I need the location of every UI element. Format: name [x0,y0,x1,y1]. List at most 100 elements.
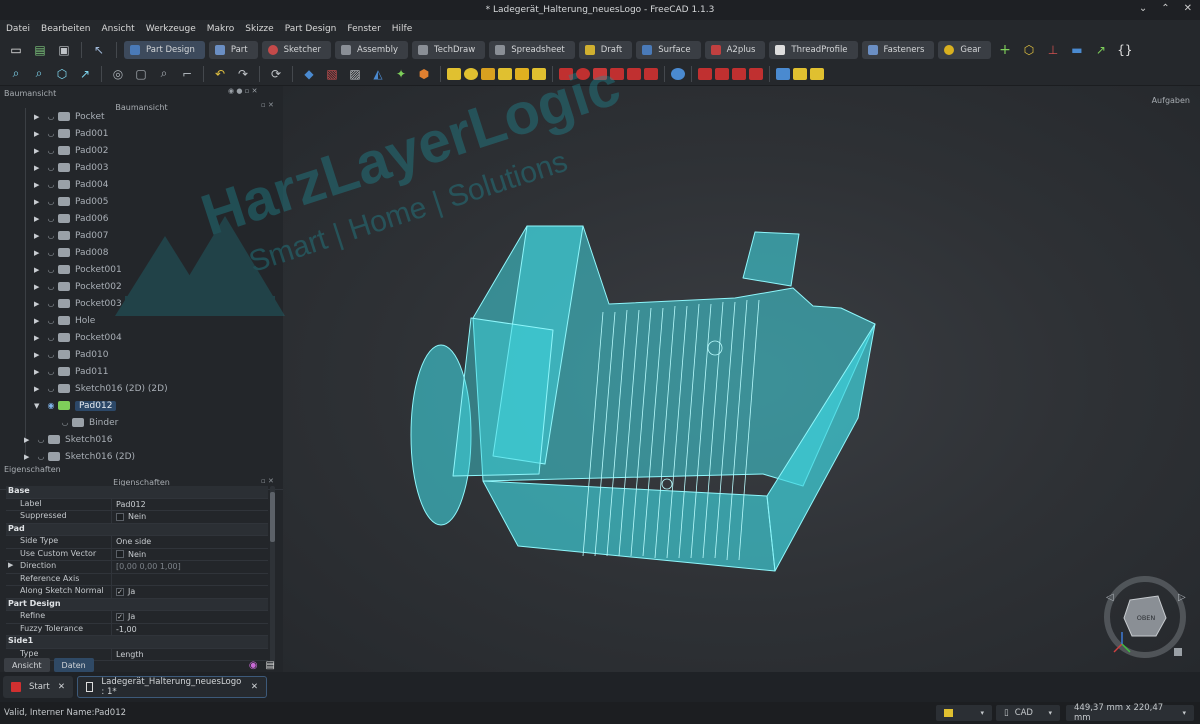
tree-item[interactable]: ▶ ◡ Pad007 [0,227,283,244]
checkbox[interactable] [116,512,124,521]
visibility-icon[interactable]: ◡ [58,418,72,427]
tree-item[interactable]: ▶ ◡ Pad002 [0,142,283,159]
property-value[interactable]: -1,00 [112,624,268,636]
doc-tab-start[interactable]: Start ✕ [3,676,73,698]
tab-ansicht[interactable]: Ansicht [4,658,50,672]
collapse-arrow-icon[interactable]: ▼ [34,402,44,410]
tree-item[interactable]: ▶ ◡ Pocket [0,108,283,125]
tree-item[interactable]: ▶ ◡ Pad005 [0,193,283,210]
validate-sketch-icon[interactable]: ▨ [345,65,365,83]
whats-this-icon[interactable]: ↖ [89,41,109,59]
expand-arrow-icon[interactable]: ▶ [8,561,13,569]
measure-icon[interactable]: ↗ [75,65,95,83]
expand-arrow-icon[interactable]: ▶ [24,436,34,444]
draw-style-icon[interactable]: ◎ [108,65,128,83]
tree-item[interactable]: ▶ ◡ Pocket003 [0,295,283,312]
menu-fenster[interactable]: Fenster [347,24,380,34]
visibility-icon[interactable]: ◡ [44,231,58,240]
fillet-icon[interactable] [698,67,712,80]
tree-item[interactable]: ▶ ◡ Pocket001 [0,261,283,278]
visibility-icon[interactable]: ◡ [44,112,58,121]
subtractive-pipe-icon[interactable] [627,67,641,80]
workbench-threadprofile[interactable]: ThreadProfile [769,41,858,59]
tree-item[interactable]: ▶ ◡ Pad010 [0,346,283,363]
visibility-icon[interactable]: ◡ [44,180,58,189]
property-value[interactable]: [0,00 0,00 1,00] [112,561,268,573]
visibility-icon[interactable]: ◡ [44,197,58,206]
expand-arrow-icon[interactable]: ▶ [34,232,44,240]
3d-viewport[interactable]: Aufgaben HarzLayerLogic Smart | Home | S… [115,66,1200,672]
property-scrollbar[interactable] [270,486,275,666]
workbench-spreadsheet[interactable]: Spreadsheet [489,41,575,59]
zoom-selection-icon[interactable]: ⌕ [29,65,49,83]
create-body-icon[interactable]: ◆ [299,65,319,83]
doc-tab-model[interactable]: Ladegerät_Halterung_neuesLogo : 1* ✕ [77,676,267,698]
tree-item[interactable]: ▶ ◡ Pocket004 [0,329,283,346]
expand-arrow-icon[interactable]: ▶ [34,351,44,359]
tree-item[interactable]: ▶ ◡ Pad001 [0,125,283,142]
property-value[interactable]: ✓ Ja [112,586,268,598]
workbench-sketcher[interactable]: Sketcher [261,41,331,59]
property-value[interactable] [112,574,268,586]
visibility-icon[interactable]: ◡ [44,350,58,359]
menu-skizze[interactable]: Skizze [245,24,273,34]
add-workbench-icon[interactable]: + [995,41,1015,59]
workbench-surface[interactable]: Surface [636,41,701,59]
property-group[interactable]: Base [6,486,268,499]
view-zoom-icon[interactable]: ⌕ [154,65,174,83]
folder-icon[interactable]: ▬ [1067,41,1087,59]
expand-arrow-icon[interactable]: ▶ [34,368,44,376]
checkbox[interactable] [116,550,124,559]
visibility-icon[interactable]: ◡ [44,316,58,325]
mirrored-icon[interactable] [671,67,685,80]
workbench-draft[interactable]: Draft [578,41,633,59]
expand-arrow-icon[interactable]: ▶ [34,334,44,342]
menu-bearbeiten[interactable]: Bearbeiten [41,24,90,34]
zoom-fit-icon[interactable]: ⌕ [6,65,26,83]
scrollbar-thumb[interactable] [270,492,275,542]
property-row[interactable]: Fuzzy Tolerance -1,00 [6,623,268,636]
expand-arrow-icon[interactable]: ▶ [34,181,44,189]
tab-daten[interactable]: Daten [53,658,94,672]
subtractive-loft-icon[interactable] [610,67,624,80]
loft-icon[interactable] [481,67,495,80]
expand-arrow-icon[interactable]: ▶ [34,147,44,155]
visibility-icon[interactable]: ◡ [44,129,58,138]
visibility-icon[interactable]: ◡ [44,367,58,376]
maximize-icon[interactable]: ⌃ [1161,3,1169,14]
property-value[interactable]: ✓ Ja [112,611,268,623]
property-value[interactable]: Pad012 [112,499,268,511]
undock-icon[interactable]: ▫ ✕ [261,477,274,485]
visibility-icon[interactable]: ◡ [34,435,48,444]
expand-arrow-icon[interactable]: ▶ [34,215,44,223]
subtractive-primitive-icon[interactable] [644,67,658,80]
property-row[interactable]: Reference Axis [6,573,268,586]
expand-arrow-icon[interactable]: ▶ [34,164,44,172]
workbench-techdraw[interactable]: TechDraw [411,41,486,59]
new-sketch-icon[interactable]: ▧ [322,65,342,83]
close-icon[interactable]: ✕ [1184,3,1192,14]
visibility-icon[interactable]: ◡ [34,452,48,461]
draft-feature-icon[interactable] [732,67,746,80]
visibility-icon[interactable]: ◡ [44,282,58,291]
menu-makro[interactable]: Makro [207,24,235,34]
menu-hilfe[interactable]: Hilfe [392,24,412,34]
pipe-icon[interactable] [498,67,512,80]
close-icon[interactable]: ✕ [58,682,65,692]
bounding-box-icon[interactable]: ▢ [131,65,151,83]
expand-arrow-icon[interactable]: ▶ [34,266,44,274]
document-icon[interactable]: ▤ [266,660,275,671]
visibility-icon[interactable]: ◡ [44,248,58,257]
export-icon[interactable]: ↗ [1091,41,1111,59]
additive-primitive-icon[interactable] [532,67,546,80]
groove-icon[interactable] [593,67,607,80]
thickness-icon[interactable] [749,67,763,80]
open-file-icon[interactable]: ▤ [30,41,50,59]
linear-pattern-icon[interactable] [793,67,807,80]
tree-item-selected[interactable]: ▼ ◉ Pad012 [0,397,283,414]
tree-item[interactable]: ◡ Binder [0,414,283,431]
tool-icon[interactable]: ⌐ [177,65,197,83]
redo-icon[interactable]: ↷ [233,65,253,83]
workbench-a2plus[interactable]: A2plus [704,41,766,59]
tree-item[interactable]: ▶ ◡ Pad011 [0,363,283,380]
